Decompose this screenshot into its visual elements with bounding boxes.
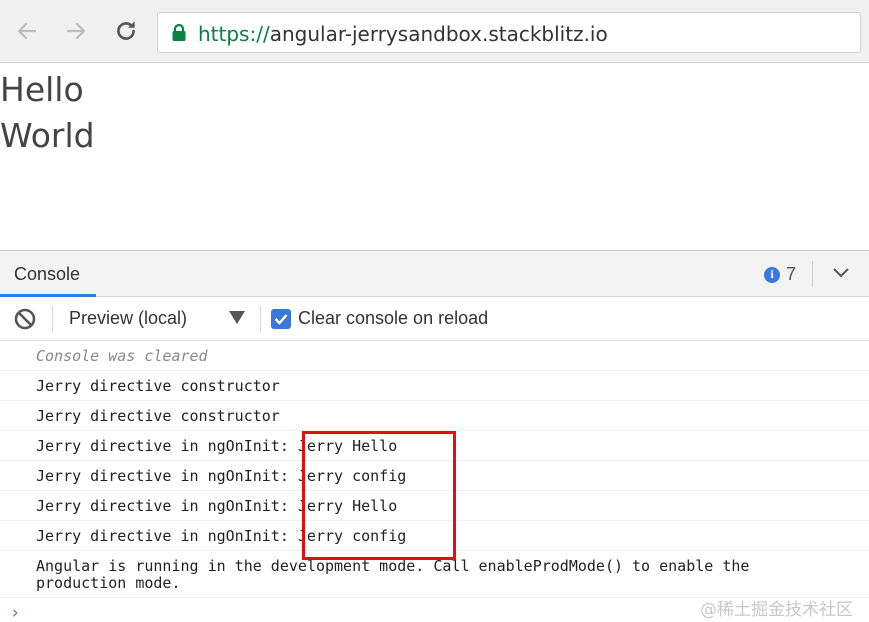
- context-dropdown-arrow-icon[interactable]: [229, 311, 245, 324]
- arrow-right-icon: [66, 22, 86, 40]
- info-count: 7: [786, 264, 797, 284]
- checkmark-icon: [274, 314, 288, 325]
- browser-toolbar: https://angular-jerrysandbox.stackblitz.…: [0, 0, 869, 63]
- url-host: angular-jerrysandbox.stackblitz.io: [269, 22, 608, 46]
- arrow-left-icon: [17, 22, 37, 40]
- chevron-down-icon[interactable]: [832, 267, 850, 279]
- filterbar-divider-2: [260, 306, 261, 332]
- clear-on-reload-label[interactable]: Clear console on reload: [298, 308, 488, 329]
- console-messages: Console was cleared Jerry directive cons…: [0, 341, 869, 598]
- devtools-panel: Console i 7 Preview (local) Clear consol…: [0, 250, 869, 622]
- url-scheme: https://: [198, 22, 270, 46]
- clear-on-reload-checkbox[interactable]: [271, 309, 291, 329]
- page-viewport: Hello World: [0, 64, 869, 250]
- console-message: Jerry directive constructor: [0, 371, 869, 401]
- console-filterbar: Preview (local) Clear console on reload: [0, 297, 869, 341]
- console-message: Jerry directive in ngOnInit: Jerry Hello: [0, 491, 869, 521]
- console-message: Jerry directive in ngOnInit: Jerry Hello: [0, 431, 869, 461]
- console-message: Angular is running in the development mo…: [0, 551, 869, 598]
- devtools-tabbar: Console i 7: [0, 251, 869, 297]
- clear-console-icon[interactable]: [13, 307, 37, 331]
- page-text-hello: Hello: [0, 70, 84, 109]
- back-button[interactable]: [10, 14, 44, 48]
- address-bar[interactable]: https://angular-jerrysandbox.stackblitz.…: [157, 12, 861, 53]
- forward-button[interactable]: [59, 14, 93, 48]
- console-message: Jerry directive constructor: [0, 401, 869, 431]
- console-message: Jerry directive in ngOnInit: Jerry confi…: [0, 461, 869, 491]
- lock-icon: [172, 23, 186, 41]
- info-count-badge[interactable]: i 7: [764, 264, 796, 285]
- context-selector[interactable]: Preview (local): [69, 308, 187, 329]
- reload-button[interactable]: [109, 14, 143, 48]
- watermark: @稀土掘金技术社区: [700, 600, 853, 620]
- tabbar-divider: [812, 261, 813, 287]
- page-text-world: World: [0, 116, 95, 155]
- reload-icon: [117, 21, 135, 40]
- console-message: Jerry directive in ngOnInit: Jerry confi…: [0, 521, 869, 551]
- console-prompt[interactable]: ›: [10, 603, 20, 622]
- filterbar-divider: [52, 306, 53, 332]
- url-text: https://angular-jerrysandbox.stackblitz.…: [198, 22, 608, 46]
- tab-console[interactable]: Console: [0, 251, 96, 297]
- console-message: Console was cleared: [0, 341, 869, 371]
- info-icon: i: [764, 266, 780, 283]
